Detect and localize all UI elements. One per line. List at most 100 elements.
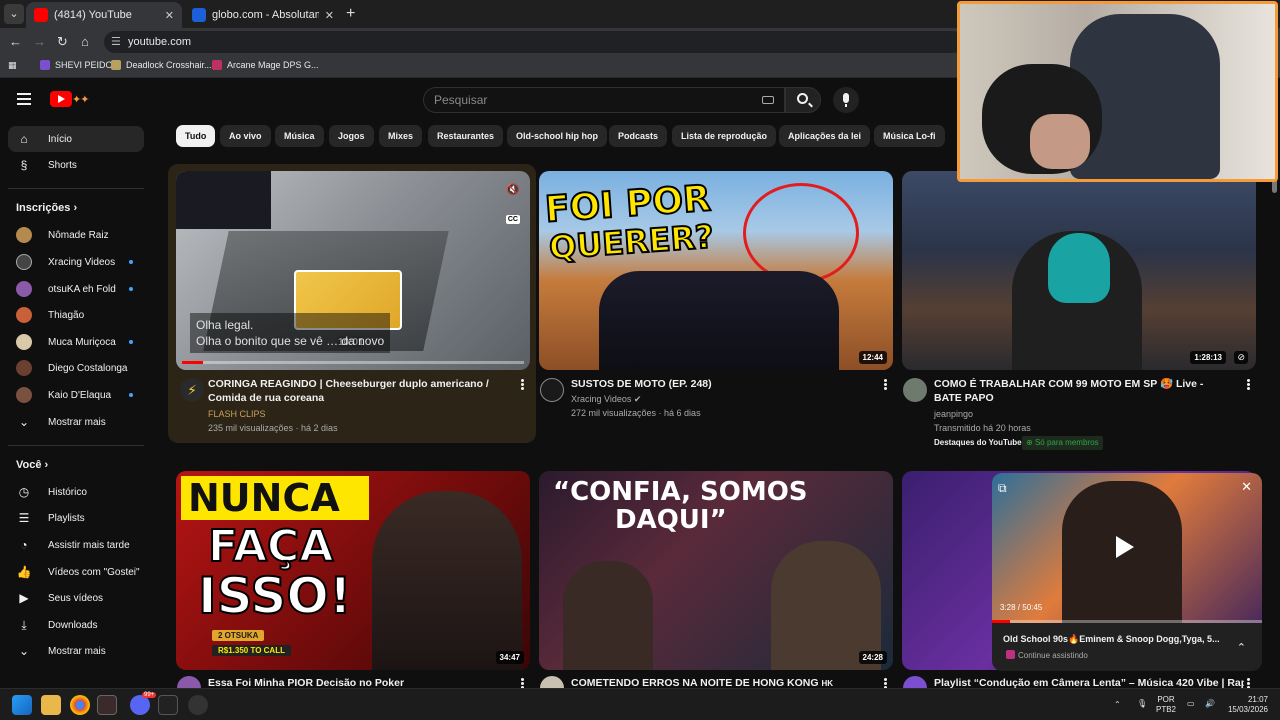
- channel-avatar-flash-clips[interactable]: ⚡: [180, 378, 204, 402]
- tab-search-button[interactable]: ⌄: [4, 4, 24, 24]
- video-title[interactable]: Playlist “Condução em Câmera Lenta” – Mú…: [934, 676, 1244, 688]
- mute-icon[interactable]: 🔇: [506, 183, 520, 196]
- video-thumbnail[interactable]: 1:28:13 ⊘: [902, 171, 1256, 370]
- app-icon[interactable]: [188, 695, 208, 715]
- search-button[interactable]: [785, 87, 821, 113]
- miniplayer-progress-track[interactable]: [992, 620, 1262, 623]
- chip[interactable]: Mixes: [379, 125, 423, 147]
- bookmark-arcane-mage[interactable]: Arcane Mage DPS G...: [212, 60, 319, 70]
- search-input[interactable]: Pesquisar: [423, 87, 785, 113]
- chip[interactable]: Restaurantes: [428, 125, 504, 147]
- reload-icon[interactable]: ↻: [57, 34, 68, 50]
- close-tab-icon[interactable]: ✕: [165, 9, 174, 22]
- microphone-icon[interactable]: 🎙: [1137, 699, 1147, 709]
- sidebar-item-shorts[interactable]: § Shorts: [8, 152, 144, 178]
- chip[interactable]: Jogos: [329, 125, 374, 147]
- sidebar-item-subscription[interactable]: Kaio D'Elaqua: [8, 382, 144, 408]
- sidebar-item-liked-videos[interactable]: 👍 Vídeos com "Gostei": [8, 559, 144, 585]
- chip[interactable]: Old-school hip hop: [507, 125, 607, 147]
- preview-progress-track[interactable]: [182, 361, 524, 364]
- sidebar-item-watch-later[interactable]: ◔ Assistir mais tarde: [8, 532, 144, 558]
- apps-grid-icon[interactable]: ▦: [8, 60, 17, 71]
- opera-gx-icon[interactable]: [97, 695, 117, 715]
- video-title[interactable]: Essa Foi Minha PIOR Decisão no Poker: [208, 676, 508, 688]
- sidebar-show-more[interactable]: ⌄ Mostrar mais: [8, 409, 144, 435]
- sidebar-item-subscription[interactable]: Xracing Videos: [8, 249, 144, 275]
- video-title[interactable]: COMO É TRABALHAR COM 99 MOTO EM SP 🥵 Liv…: [934, 377, 1234, 405]
- more-options-icon[interactable]: [517, 378, 527, 392]
- video-thumbnail[interactable]: NUNCA FAÇA ISSO! 2 OTSUKA R$1.350 TO CAL…: [176, 471, 530, 670]
- youtube-logo[interactable]: ✦✦: [50, 91, 110, 107]
- bookmark-shevi[interactable]: SHEVI PEIDO: [40, 60, 113, 70]
- video-title-line[interactable]: COMETENDO ERROS NA NOITE DE HONG KONG HK: [571, 676, 871, 688]
- close-miniplayer-icon[interactable]: ✕: [1241, 479, 1252, 495]
- channel-name[interactable]: FLASH CLIPS: [208, 407, 266, 421]
- chrome-icon[interactable]: [70, 695, 90, 715]
- tab-globo[interactable]: globo.com - Absolutamente tu ✕: [184, 2, 342, 28]
- menu-icon[interactable]: [17, 93, 31, 105]
- close-tab-icon[interactable]: ✕: [325, 9, 334, 22]
- chip[interactable]: Música: [275, 125, 324, 147]
- sidebar-item-subscription[interactable]: Diego Costalonga: [8, 355, 144, 381]
- site-info-icon[interactable]: ☰: [111, 31, 121, 53]
- more-options-icon[interactable]: [1243, 378, 1253, 392]
- bookmark-deadlock[interactable]: Deadlock Crosshair...: [111, 60, 212, 70]
- channel-name[interactable]: Xracing Videos: [571, 394, 631, 404]
- volume-icon[interactable]: 🔊: [1205, 699, 1215, 709]
- obs-studio-icon[interactable]: [158, 695, 178, 715]
- file-explorer-icon[interactable]: [41, 695, 61, 715]
- chevron-up-icon[interactable]: ⌃: [1237, 641, 1246, 654]
- sidebar-item-subscription[interactable]: Thiagão: [8, 302, 144, 328]
- chip-all[interactable]: Tudo: [176, 125, 216, 147]
- video-thumbnail[interactable]: “CONFIA, SOMOS DAQUI” 24:28: [539, 471, 893, 670]
- subscriptions-header[interactable]: Inscrições ›: [16, 202, 77, 214]
- more-options-icon[interactable]: [880, 378, 890, 392]
- sidebar-item-subscription[interactable]: Nômade Raiz: [8, 222, 144, 248]
- keyboard-icon[interactable]: [762, 96, 774, 104]
- chip[interactable]: Ao vivo: [220, 125, 271, 147]
- more-options-icon[interactable]: [517, 677, 527, 688]
- sidebar-item-subscription[interactable]: otsuKA eh Fold: [8, 276, 144, 302]
- sidebar-item-your-videos[interactable]: ▶ Seus vídeos: [8, 585, 144, 611]
- chip[interactable]: Aplicações da lei: [779, 125, 871, 147]
- forward-arrow-icon[interactable]: →: [33, 34, 46, 50]
- miniplayer[interactable]: ⧉ ✕ 3:28 / 50:45 Old School 90s🔥Eminem &…: [992, 473, 1262, 671]
- channel-avatar-jeanpingo[interactable]: [903, 378, 927, 402]
- clock[interactable]: 21:07 15/03/2026: [1224, 695, 1268, 715]
- video-thumbnail[interactable]: FOI POR QUERER? 12:44: [539, 171, 893, 370]
- sidebar-item-playlists[interactable]: ☰ Playlists: [8, 505, 144, 531]
- windows-start-icon[interactable]: [12, 695, 32, 715]
- more-options-icon[interactable]: [1243, 677, 1253, 688]
- channel-avatar[interactable]: [540, 676, 564, 688]
- captions-button[interactable]: CC: [505, 215, 520, 224]
- url-field[interactable]: ☰ youtube.com: [104, 31, 964, 53]
- sidebar-show-more[interactable]: ⌄ Mostrar mais: [8, 638, 144, 664]
- more-options-icon[interactable]: [880, 677, 890, 688]
- new-tab-button[interactable]: +: [346, 6, 355, 22]
- chip[interactable]: Música Lo-fi: [874, 125, 945, 147]
- voice-search-button[interactable]: [833, 87, 859, 113]
- channel-name[interactable]: jeanpingo: [934, 407, 973, 421]
- network-icon[interactable]: ▭: [1187, 699, 1195, 709]
- sidebar-item-history[interactable]: ◷ Histórico: [8, 479, 144, 505]
- chip[interactable]: Lista de reprodução: [672, 125, 777, 147]
- video-title[interactable]: SUSTOS DE MOTO (EP. 248): [571, 377, 871, 391]
- channel-avatar-xracing[interactable]: [540, 378, 564, 402]
- chip[interactable]: Podcasts: [609, 125, 668, 147]
- channel-avatar[interactable]: [903, 676, 927, 688]
- tab-youtube[interactable]: (4814) YouTube ✕: [26, 2, 182, 28]
- sidebar-item-downloads[interactable]: ⤓ Downloads: [8, 612, 144, 638]
- miniplayer-video[interactable]: ⧉ ✕ 3:28 / 50:45: [992, 473, 1262, 623]
- play-icon[interactable]: [1116, 536, 1134, 558]
- sidebar-item-home[interactable]: ⌂ Início: [8, 126, 144, 152]
- you-header[interactable]: Você ›: [16, 459, 48, 471]
- home-icon[interactable]: ⌂: [81, 34, 89, 50]
- miniplayer-title[interactable]: Old School 90s🔥Eminem & Snoop Dogg,Tyga,…: [1003, 634, 1220, 645]
- video-thumbnail-preview[interactable]: 10:01 Olha legal. Olha o bonito que se v…: [176, 171, 530, 370]
- discord-icon[interactable]: [130, 695, 150, 715]
- back-arrow-icon[interactable]: ←: [9, 34, 22, 50]
- language-indicator[interactable]: POR PTB2: [1156, 695, 1176, 715]
- video-title[interactable]: CORINGA REAGINDO | Cheeseburger duplo am…: [208, 377, 513, 405]
- channel-avatar-otsuka[interactable]: [177, 676, 201, 688]
- chevron-up-icon[interactable]: ⌃: [1114, 700, 1121, 710]
